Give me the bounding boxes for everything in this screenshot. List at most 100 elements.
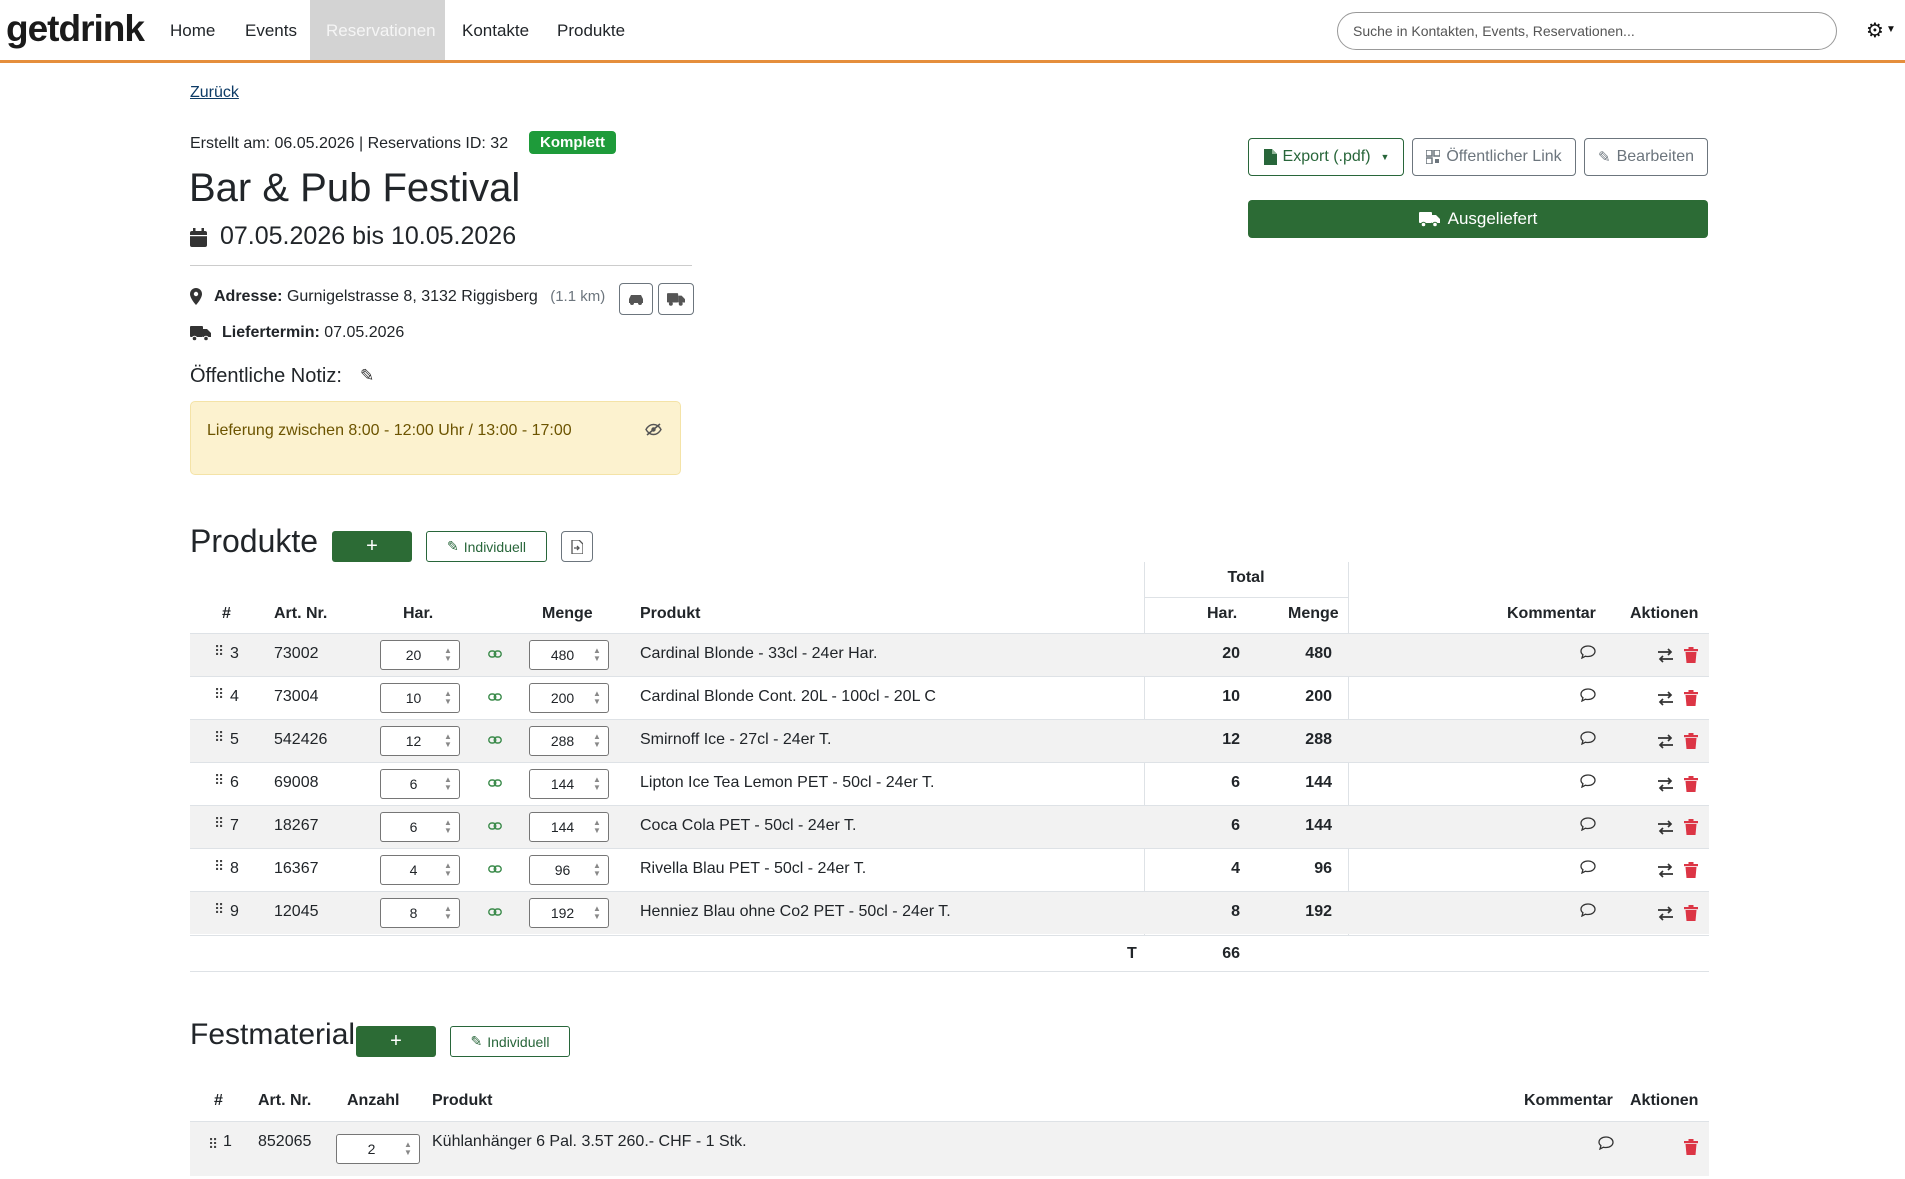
gear-icon[interactable]: ⚙	[1866, 18, 1884, 43]
pencil-icon[interactable]: ✎	[360, 366, 374, 386]
menge-input[interactable]: 144 ▲ ▼	[529, 769, 609, 799]
route-car-button[interactable]	[619, 283, 653, 315]
comment-icon[interactable]	[1580, 903, 1596, 917]
nav-events[interactable]: Events	[229, 0, 313, 60]
search-input[interactable]	[1337, 12, 1837, 50]
menge-input[interactable]: 200 ▲ ▼	[529, 683, 609, 713]
drag-handle-icon[interactable]: ⠿	[214, 643, 224, 660]
spinner-icon[interactable]: ▲ ▼	[442, 776, 454, 792]
menge-input[interactable]: 96 ▲ ▼	[529, 855, 609, 885]
spinner-icon[interactable]: ▲ ▼	[591, 776, 603, 792]
drag-handle-icon[interactable]: ⠿	[214, 815, 224, 832]
trash-icon[interactable]	[1684, 862, 1698, 878]
spinner-icon[interactable]: ▲ ▼	[442, 647, 454, 663]
link-icon[interactable]	[488, 821, 502, 831]
eye-slash-icon[interactable]	[645, 423, 662, 436]
spinner-icon[interactable]: ▲ ▼	[591, 690, 603, 706]
fm-col-index: #	[214, 1092, 223, 1109]
public-link-button[interactable]: Öffentlicher Link	[1412, 138, 1576, 176]
back-link[interactable]: Zurück	[190, 84, 239, 102]
spinner-icon[interactable]: ▲ ▼	[442, 819, 454, 835]
link-icon[interactable]	[488, 864, 502, 874]
anzahl-input[interactable]: 2 ▲ ▼	[336, 1134, 420, 1164]
comment-icon[interactable]	[1580, 817, 1596, 831]
spinner-icon[interactable]: ▲ ▼	[442, 733, 454, 749]
spinner-icon[interactable]: ▲ ▼	[442, 690, 454, 706]
menge-input[interactable]: 480 ▲ ▼	[529, 640, 609, 670]
nav-reservationen[interactable]: Reservationen	[310, 0, 445, 60]
trash-icon[interactable]	[1684, 819, 1698, 835]
drag-handle-icon[interactable]: ⠿	[208, 1136, 218, 1153]
trash-icon[interactable]	[1684, 776, 1698, 792]
har-input[interactable]: 6 ▲ ▼	[380, 812, 460, 842]
har-input[interactable]: 8 ▲ ▼	[380, 898, 460, 928]
delivered-button[interactable]: Ausgeliefert	[1248, 200, 1708, 238]
nav-produkte[interactable]: Produkte	[541, 0, 641, 60]
spinner-icon[interactable]: ▲ ▼	[402, 1141, 414, 1157]
menge-input[interactable]: 192 ▲ ▼	[529, 898, 609, 928]
swap-icon[interactable]	[1657, 777, 1674, 792]
link-icon[interactable]	[488, 649, 502, 659]
festmaterial-heading: Festmaterial	[190, 1018, 356, 1051]
spinner-icon[interactable]: ▲ ▼	[591, 647, 603, 663]
drag-handle-icon[interactable]: ⠿	[214, 901, 224, 918]
spinner-icon[interactable]: ▲ ▼	[591, 733, 603, 749]
delivery-label: Liefertermin:	[222, 324, 320, 341]
comment-icon[interactable]	[1580, 688, 1596, 702]
spinner-icon[interactable]: ▲ ▼	[591, 819, 603, 835]
col-total-menge: Menge	[1288, 605, 1339, 622]
trash-icon[interactable]	[1684, 647, 1698, 663]
nav-kontakte[interactable]: Kontakte	[446, 0, 545, 60]
swap-icon[interactable]	[1657, 691, 1674, 706]
row-art-nr: 73004	[274, 688, 319, 705]
add-product-button[interactable]: +	[332, 531, 412, 562]
caret-down-icon[interactable]: ▼	[1886, 24, 1896, 35]
comment-icon[interactable]	[1598, 1136, 1614, 1150]
caret-down-icon: ▼	[1380, 152, 1390, 162]
spinner-icon[interactable]: ▲ ▼	[591, 905, 603, 921]
trash-icon[interactable]	[1684, 905, 1698, 921]
col-kommentar: Kommentar	[1507, 605, 1596, 622]
har-input[interactable]: 4 ▲ ▼	[380, 855, 460, 885]
comment-icon[interactable]	[1580, 774, 1596, 788]
add-festmaterial-button[interactable]: +	[356, 1026, 436, 1057]
trash-icon[interactable]	[1684, 733, 1698, 749]
route-truck-button[interactable]	[658, 283, 694, 315]
comment-icon[interactable]	[1580, 731, 1596, 745]
import-button[interactable]	[561, 531, 593, 562]
drag-handle-icon[interactable]: ⠿	[214, 858, 224, 875]
link-icon[interactable]	[488, 778, 502, 788]
swap-icon[interactable]	[1657, 863, 1674, 878]
har-value: 4	[409, 862, 418, 878]
swap-icon[interactable]	[1657, 648, 1674, 663]
har-input[interactable]: 10 ▲ ▼	[380, 683, 460, 713]
swap-icon[interactable]	[1657, 906, 1674, 921]
har-input[interactable]: 6 ▲ ▼	[380, 769, 460, 799]
swap-icon[interactable]	[1657, 820, 1674, 835]
har-input[interactable]: 12 ▲ ▼	[380, 726, 460, 756]
brand-logo[interactable]: getdrink	[6, 8, 145, 50]
trash-icon[interactable]	[1684, 690, 1698, 706]
trash-icon[interactable]	[1684, 1139, 1698, 1155]
drag-handle-icon[interactable]: ⠿	[214, 729, 224, 746]
drag-handle-icon[interactable]: ⠿	[214, 686, 224, 703]
link-icon[interactable]	[488, 692, 502, 702]
menge-input[interactable]: 288 ▲ ▼	[529, 726, 609, 756]
export-pdf-button[interactable]: Export (.pdf) ▼	[1248, 138, 1404, 176]
link-icon[interactable]	[488, 735, 502, 745]
menge-input[interactable]: 144 ▲ ▼	[529, 812, 609, 842]
comment-icon[interactable]	[1580, 860, 1596, 874]
edit-button[interactable]: ✎ Bearbeiten	[1584, 138, 1708, 176]
nav-home[interactable]: Home	[154, 0, 231, 60]
spinner-icon[interactable]: ▲ ▼	[442, 905, 454, 921]
spinner-icon[interactable]: ▲ ▼	[442, 862, 454, 878]
row-index: 8	[230, 860, 239, 877]
swap-icon[interactable]	[1657, 734, 1674, 749]
spinner-icon[interactable]: ▲ ▼	[591, 862, 603, 878]
individual-product-button[interactable]: ✎ Individuell	[426, 531, 547, 562]
link-icon[interactable]	[488, 907, 502, 917]
comment-icon[interactable]	[1580, 645, 1596, 659]
individual-festmaterial-button[interactable]: ✎ Individuell	[450, 1026, 570, 1057]
drag-handle-icon[interactable]: ⠿	[214, 772, 224, 789]
har-input[interactable]: 20 ▲ ▼	[380, 640, 460, 670]
